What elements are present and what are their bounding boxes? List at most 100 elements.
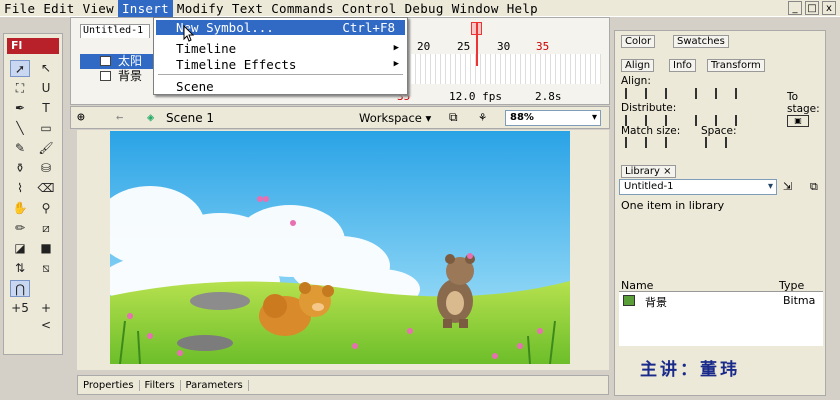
tab-color[interactable]: Color: [621, 35, 656, 48]
line-tool-icon[interactable]: ╲: [10, 120, 30, 137]
to-stage-toggle-icon[interactable]: ▣: [787, 115, 809, 127]
right-panel-dock: Color Swatches Align Info Transform Alig…: [614, 30, 826, 396]
rectangle-tool-icon[interactable]: ▭: [36, 120, 56, 137]
tab-parameters[interactable]: Parameters: [181, 379, 249, 391]
library-document-select[interactable]: Untitled-1 ▾: [619, 179, 777, 195]
align-bottom-icon[interactable]: [735, 88, 746, 99]
ink-bottle-icon[interactable]: ⚱: [10, 160, 30, 177]
align-top-icon[interactable]: [695, 88, 706, 99]
chevron-down-icon: ▾: [767, 181, 773, 192]
space-vertical-icon[interactable]: [705, 137, 716, 148]
tab-transform[interactable]: Transform: [707, 59, 765, 72]
menu-control[interactable]: Control: [338, 0, 401, 17]
match-size-label: Match size:: [621, 125, 681, 137]
snap-magnet-icon[interactable]: ⋂: [10, 280, 30, 297]
frame-number: 35: [536, 40, 550, 53]
selection-tool-icon[interactable]: ➚: [10, 60, 30, 77]
library-item-name: 背景: [645, 296, 667, 309]
pencil-tool-icon[interactable]: ✎: [10, 140, 30, 157]
zoom-select[interactable]: 88% ▾: [505, 110, 601, 126]
lasso-tool-icon[interactable]: ᑌ: [36, 80, 56, 97]
to-label: To: [787, 91, 799, 103]
menu-window[interactable]: Window: [448, 0, 503, 17]
restore-button[interactable]: □: [805, 1, 819, 15]
menu-item-scene[interactable]: Scene: [156, 79, 405, 94]
edit-symbol-icon[interactable]: ⚘: [479, 110, 486, 124]
menu-help[interactable]: Help: [503, 0, 542, 17]
menu-insert[interactable]: Insert: [117, 0, 173, 17]
close-button[interactable]: x: [822, 1, 836, 15]
submenu-arrow-icon: ▶: [393, 59, 399, 69]
subselection-tool-icon[interactable]: ↖: [36, 60, 56, 77]
frame-tracks[interactable]: [411, 54, 601, 84]
tab-swatches[interactable]: Swatches: [673, 35, 729, 48]
match-width-icon[interactable]: [625, 137, 636, 148]
align-left-icon[interactable]: [625, 88, 636, 99]
layer-name: 太阳: [118, 54, 143, 68]
eyedropper-icon[interactable]: ⌇: [10, 180, 30, 197]
menu-item-timeline[interactable]: Timeline ▶: [156, 41, 405, 56]
menu-view[interactable]: View: [79, 0, 118, 17]
tools-panel: Fl ➚ ↖ ⛶ ᑌ ✒ T ╲ ▭ ✎ 🖌 ⚱ ⛁ ⌇ ⌫ ✋ ⚲ ✏ ⧄ ◪…: [3, 33, 63, 355]
list-item[interactable]: 背景 Bitma: [621, 294, 821, 309]
paint-bucket-icon[interactable]: ⛁: [36, 160, 56, 177]
tab-filters[interactable]: Filters: [140, 379, 181, 391]
swap-colors-icon[interactable]: ⇅: [10, 260, 30, 277]
menu-text[interactable]: Text: [228, 0, 267, 17]
pen-tool-icon[interactable]: ✒: [10, 100, 30, 117]
minimize-button[interactable]: _: [788, 1, 802, 15]
back-arrow-icon[interactable]: ←: [116, 110, 123, 124]
menu-bar: File Edit View Insert Modify Text Comman…: [0, 0, 840, 17]
text-tool-icon[interactable]: T: [36, 100, 56, 117]
bitmap-icon: [623, 295, 635, 306]
properties-bar: Properties Filters Parameters: [77, 375, 609, 395]
no-color-icon[interactable]: ⧄: [36, 220, 56, 237]
brush-tool-icon[interactable]: 🖌: [36, 140, 56, 157]
stroke-color-icon[interactable]: ✏: [10, 220, 30, 237]
align-right-icon[interactable]: [665, 88, 676, 99]
layer-name: 背景: [118, 69, 143, 83]
menu-modify[interactable]: Modify: [173, 0, 228, 17]
frame-ruler[interactable]: 20 25 30 35: [411, 40, 601, 54]
align-label: Align:: [621, 75, 651, 87]
match-height-icon[interactable]: [645, 137, 656, 148]
tab-library[interactable]: Library ×: [621, 165, 676, 178]
eraser-icon[interactable]: ⌫: [36, 180, 56, 197]
align-center-icon[interactable]: [645, 88, 656, 99]
menu-separator: [158, 74, 403, 75]
default-colors-icon[interactable]: ⧅: [36, 260, 56, 277]
fill-swatch-icon[interactable]: ■: [36, 240, 56, 257]
mouse-cursor-icon: [183, 25, 195, 42]
smooth-icon[interactable]: +5: [10, 300, 30, 317]
straighten-icon[interactable]: +<: [36, 300, 56, 332]
library-list: 背景 Bitma: [619, 291, 823, 346]
workspace-button[interactable]: Workspace ▾: [359, 111, 431, 125]
stage-label: stage:: [787, 103, 820, 115]
teacher-caption: 主讲：董玮: [640, 360, 740, 380]
zoom-tool-icon[interactable]: ⚲: [36, 200, 56, 217]
free-transform-tool-icon[interactable]: ⛶: [10, 80, 30, 97]
distribute-right-icon[interactable]: [735, 115, 746, 126]
menu-commands[interactable]: Commands: [267, 0, 338, 17]
hand-tool-icon[interactable]: ✋: [10, 200, 30, 217]
frame-rate: 12.0 fps: [449, 90, 502, 103]
timeline-toggle-icon[interactable]: ⊕: [77, 110, 85, 125]
tab-align[interactable]: Align: [621, 59, 655, 72]
new-library-icon[interactable]: ⧉: [810, 180, 818, 194]
tab-info[interactable]: Info: [669, 59, 696, 72]
align-middle-icon[interactable]: [715, 88, 726, 99]
tab-properties[interactable]: Properties: [78, 379, 140, 391]
scene-label[interactable]: Scene 1: [166, 111, 214, 125]
edit-scene-icon[interactable]: ⧉: [449, 110, 458, 125]
document-tab[interactable]: Untitled-1: [80, 24, 150, 38]
playhead[interactable]: [476, 22, 478, 66]
pin-library-icon[interactable]: ⇲: [783, 180, 792, 193]
match-both-icon[interactable]: [665, 137, 676, 148]
stage-canvas[interactable]: [110, 131, 570, 364]
menu-edit[interactable]: Edit: [39, 0, 78, 17]
menu-debug[interactable]: Debug: [401, 0, 448, 17]
menu-item-timeline-effects[interactable]: Timeline Effects ▶: [156, 57, 405, 72]
fill-color-icon[interactable]: ◪: [10, 240, 30, 257]
menu-file[interactable]: File: [0, 0, 39, 17]
space-horizontal-icon[interactable]: [725, 137, 736, 148]
